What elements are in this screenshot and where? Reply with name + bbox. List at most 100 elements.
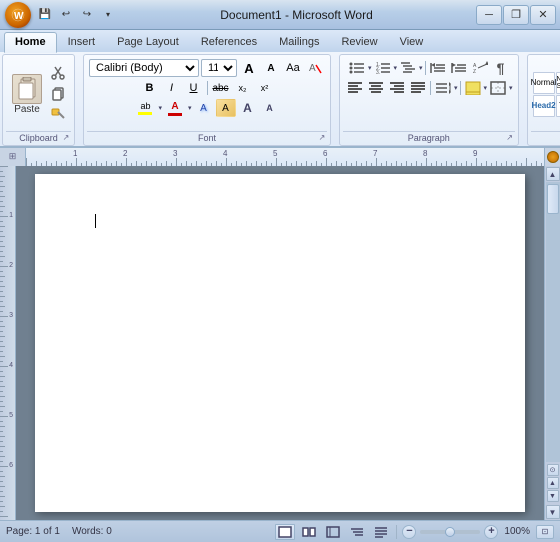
justify-button[interactable] <box>408 79 428 97</box>
zoom-out-button[interactable]: − <box>402 525 416 539</box>
shrink-font-button[interactable]: A <box>261 59 281 77</box>
cut-button[interactable] <box>47 63 69 83</box>
decrease-indent-icon <box>430 61 446 75</box>
document-area[interactable] <box>16 166 544 520</box>
scroll-down-arrow[interactable]: ▼ <box>546 505 560 519</box>
clear-format-button[interactable]: A <box>305 59 325 77</box>
styles-gallery: Normal No Sp. Head1 Head2 Title Subtit. <box>533 72 560 117</box>
scroll-up-arrow[interactable]: ▲ <box>546 167 560 181</box>
align-left-button[interactable] <box>345 79 365 97</box>
bullets-dropdown[interactable]: ▾ <box>368 64 372 72</box>
outline-view-btn[interactable] <box>347 524 367 540</box>
paragraph-expand[interactable]: ↗ <box>504 131 516 143</box>
text-effects-button[interactable]: A <box>194 99 214 117</box>
full-reading-view-btn[interactable] <box>299 524 319 540</box>
tab-page-layout[interactable]: Page Layout <box>106 32 190 52</box>
tab-home[interactable]: Home <box>4 32 57 53</box>
tab-review[interactable]: Review <box>330 32 388 52</box>
office-button[interactable]: W <box>4 1 32 29</box>
grow-font-button[interactable]: A <box>239 59 259 77</box>
tab-references[interactable]: References <box>190 32 268 52</box>
line-spacing-dropdown[interactable]: ▾ <box>454 84 458 92</box>
title-bar: W 💾 ↩ ↪ ▾ Document1 - Microsoft Word ─ ❐… <box>0 0 560 30</box>
shading-button[interactable] <box>463 79 483 97</box>
font-size-select[interactable]: 11 <box>201 59 237 77</box>
tab-view[interactable]: View <box>389 32 435 52</box>
subscript-button[interactable]: x₂ <box>233 79 253 97</box>
copy-button[interactable] <box>47 84 69 104</box>
font-color-dropdown[interactable]: ▾ <box>188 104 192 112</box>
prev-page-btn[interactable]: ▲ <box>547 477 559 489</box>
office-orb[interactable]: W <box>5 2 31 28</box>
border-icon <box>490 81 506 95</box>
minimize-button[interactable]: ─ <box>476 5 502 25</box>
bold-button[interactable]: B <box>140 79 160 97</box>
close-button[interactable]: ✕ <box>530 5 556 25</box>
highlight-dropdown[interactable]: ▾ <box>158 104 162 112</box>
strikethrough-button[interactable]: abc <box>211 79 231 97</box>
redo-quick-btn[interactable]: ↪ <box>78 6 96 24</box>
text-highlight-button[interactable]: A <box>216 99 236 117</box>
border-dropdown[interactable]: ▾ <box>509 84 513 92</box>
border-button[interactable] <box>488 79 508 97</box>
save-quick-btn[interactable]: 💾 <box>36 6 54 24</box>
shrink-btn2[interactable]: A <box>260 99 280 117</box>
decrease-indent-button[interactable] <box>428 59 448 77</box>
justify-icon <box>410 81 426 95</box>
restore-button[interactable]: ❐ <box>503 5 529 25</box>
undo-quick-btn[interactable]: ↩ <box>57 6 75 24</box>
style-normal[interactable]: Normal <box>533 72 555 94</box>
font-content: Calibri (Body) 11 A A Aa A B I U <box>87 57 327 131</box>
superscript-button[interactable]: x² <box>255 79 275 97</box>
style-no-spacing[interactable]: No Sp. <box>556 72 560 94</box>
select-browse-object[interactable]: ⊙ <box>547 464 559 476</box>
clipboard-expand[interactable]: ↗ <box>60 131 72 143</box>
tab-mailings[interactable]: Mailings <box>268 32 330 52</box>
next-page-btn[interactable]: ▼ <box>547 490 559 502</box>
vertical-scrollbar[interactable]: ▲ ⊙ ▲ ▼ ▼ <box>544 166 560 520</box>
bullets-button[interactable] <box>347 59 367 77</box>
increase-indent-button[interactable] <box>449 59 469 77</box>
bullets-icon <box>349 61 365 75</box>
zoom-slider-thumb[interactable] <box>445 527 455 537</box>
print-layout-view-btn[interactable] <box>275 524 295 540</box>
svg-text:3.: 3. <box>376 70 380 75</box>
font-expand[interactable]: ↗ <box>316 131 328 143</box>
zoom-in-button[interactable]: + <box>484 525 498 539</box>
numbering-dropdown[interactable]: ▾ <box>394 64 398 72</box>
grow-btn2[interactable]: A <box>238 99 258 117</box>
status-bar: Page: 1 of 1 Words: 0 <box>0 520 560 542</box>
quick-access-dropdown[interactable]: ▾ <box>99 6 117 24</box>
numbering-button[interactable]: 1. 2. 3. <box>373 59 393 77</box>
highlight-color-button[interactable]: ab <box>134 99 156 117</box>
sort-button[interactable]: A Z <box>470 59 490 77</box>
italic-button[interactable]: I <box>162 79 182 97</box>
change-case-button[interactable]: Aa <box>283 59 303 77</box>
multilevel-button[interactable] <box>398 59 418 77</box>
align-right-button[interactable] <box>387 79 407 97</box>
document-page[interactable] <box>35 174 525 512</box>
zoom-fit-button[interactable]: ⊡ <box>536 525 554 539</box>
draft-view-btn[interactable] <box>371 524 391 540</box>
shading-dropdown[interactable]: ▾ <box>484 84 488 92</box>
scroll-track[interactable] <box>546 182 560 462</box>
web-layout-view-btn[interactable] <box>323 524 343 540</box>
sep <box>207 81 208 95</box>
style-title[interactable]: Title <box>556 95 560 117</box>
font-color-button[interactable]: A <box>164 99 186 117</box>
paste-label: Paste <box>14 104 40 115</box>
multilevel-dropdown[interactable]: ▾ <box>419 64 423 72</box>
paste-button[interactable]: Paste <box>8 72 46 117</box>
tab-insert[interactable]: Insert <box>57 32 107 52</box>
ruler-corner[interactable]: ⊞ <box>0 148 26 166</box>
scroll-thumb[interactable] <box>547 184 559 214</box>
underline-button[interactable]: U <box>184 79 204 97</box>
style-heading2[interactable]: Head2 <box>533 95 555 117</box>
align-center-button[interactable] <box>366 79 386 97</box>
zoom-slider[interactable] <box>420 530 480 534</box>
font-name-select[interactable]: Calibri (Body) <box>89 59 199 77</box>
line-spacing-button[interactable] <box>433 79 453 97</box>
show-hide-button[interactable]: ¶ <box>491 59 511 77</box>
font-row1: Calibri (Body) 11 A A Aa A <box>89 59 325 77</box>
format-painter-button[interactable] <box>47 105 69 125</box>
